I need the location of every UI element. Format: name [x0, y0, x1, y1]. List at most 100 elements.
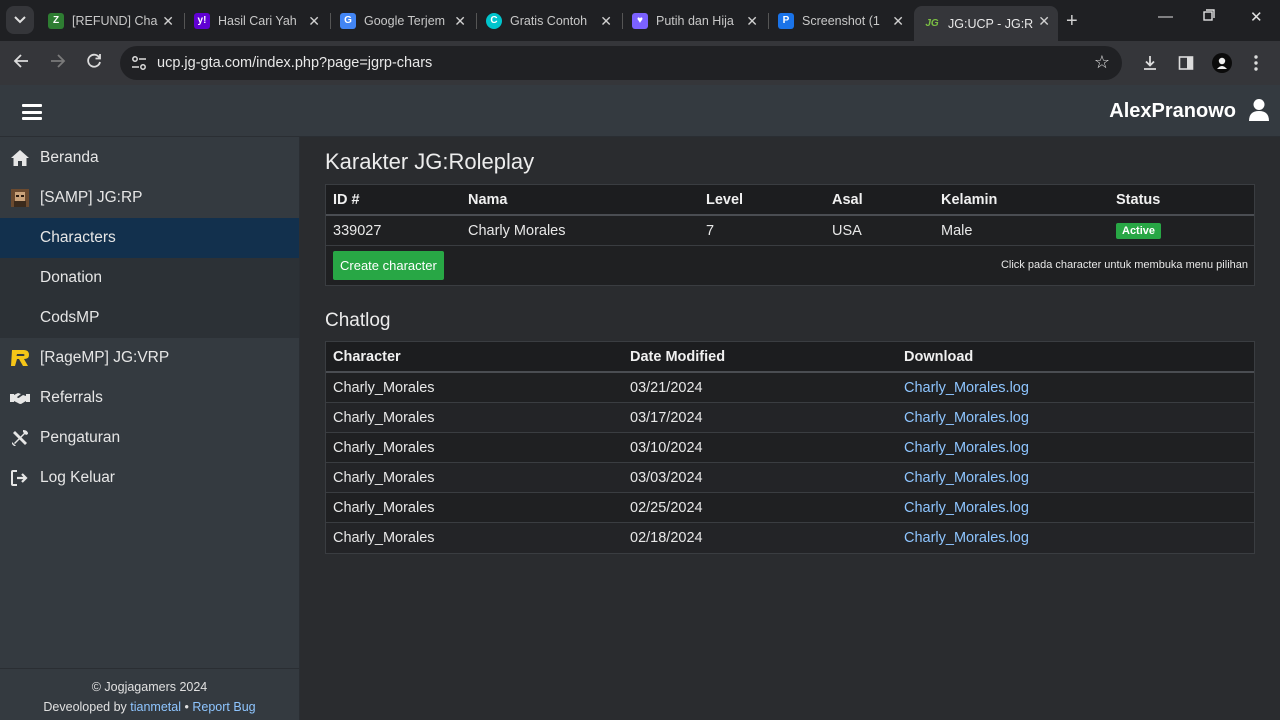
chatlog-character: Charly_Morales: [333, 470, 435, 486]
chatlog-title: Chatlog: [325, 310, 391, 331]
browser-tab[interactable]: C Gratis Contoh ✕: [476, 6, 620, 35]
create-character-button[interactable]: Create character: [333, 251, 444, 280]
side-panel-icon: [1178, 56, 1194, 70]
sidebar-item-referrals[interactable]: Referrals: [0, 378, 299, 418]
column-header: Character: [333, 349, 401, 365]
heart-favicon-icon: ♥: [632, 12, 648, 29]
character-name: Charly Morales: [468, 223, 566, 239]
username-label[interactable]: AlexPranowo: [1109, 100, 1236, 123]
sidebar-item-label: Pengaturan: [40, 429, 121, 446]
sidebar-item-codsmp[interactable]: CodsMP: [0, 298, 299, 338]
sidebar-item-characters[interactable]: Characters: [0, 218, 299, 258]
sidebar-footer: © Jogjagamers 2024 Deveoloped by tianmet…: [0, 668, 299, 717]
new-tab-button[interactable]: +: [1066, 10, 1078, 33]
handshake-icon: [10, 388, 30, 408]
browser-menu-button[interactable]: [1245, 52, 1267, 74]
chatlog-download-link[interactable]: Charly_Morales.log: [904, 470, 1029, 486]
chatlog-date: 03/21/2024: [630, 380, 703, 396]
tab-title: Gratis Contoh: [510, 13, 588, 28]
main-content: Karakter JG:Roleplay ID # Nama Level Asa…: [300, 137, 1280, 720]
chevron-down-icon: [14, 16, 26, 24]
logout-icon: [10, 468, 30, 488]
browser-tab[interactable]: y! Hasil Cari Yah ✕: [184, 6, 328, 35]
forward-button[interactable]: [50, 53, 66, 74]
profile-button[interactable]: [1211, 52, 1233, 74]
sidebar-item-samp[interactable]: [SAMP] JG:RP: [0, 178, 299, 218]
sidebar-item-label: [RageMP] JG:VRP: [40, 349, 170, 366]
site-settings-icon[interactable]: [130, 54, 148, 72]
close-icon[interactable]: ✕: [1038, 13, 1050, 30]
address-bar[interactable]: ucp.jg-gta.com/index.php?page=jgrp-chars…: [120, 46, 1122, 80]
column-header: Status: [1116, 192, 1161, 208]
close-icon[interactable]: ✕: [746, 13, 758, 30]
jg-favicon-icon: Z: [48, 12, 64, 29]
table-row: Charly_Morales 02/18/2024 Charly_Morales…: [326, 523, 1254, 553]
browser-tab[interactable]: ♥ Putih dan Hija ✕: [622, 6, 766, 35]
close-icon[interactable]: ✕: [162, 13, 174, 30]
table-header-row: ID # Nama Level Asal Kelamin Status: [326, 185, 1254, 216]
credits-line: Deveoloped by tianmetal • Report Bug: [0, 697, 299, 717]
close-icon[interactable]: ✕: [600, 13, 612, 30]
chatlog-character: Charly_Morales: [333, 530, 435, 546]
chatlog-character: Charly_Morales: [333, 500, 435, 516]
sidebar-item-label: Beranda: [40, 149, 99, 166]
browser-tabstrip: Z [REFUND] Cha ✕ y! Hasil Cari Yah ✕ G G…: [0, 0, 1280, 41]
sidebar-item-donation[interactable]: Donation: [0, 258, 299, 298]
developer-link[interactable]: tianmetal: [130, 700, 181, 714]
samp-avatar-icon: [10, 188, 30, 208]
bookmark-star-icon[interactable]: ☆: [1094, 52, 1110, 73]
tab-search-button[interactable]: [6, 6, 34, 34]
table-row: Charly_Morales 03/21/2024 Charly_Morales…: [326, 373, 1254, 403]
chatlog-download-link[interactable]: Charly_Morales.log: [904, 440, 1029, 456]
close-icon[interactable]: ✕: [454, 13, 466, 30]
user-icon[interactable]: [1248, 98, 1270, 122]
browser-toolbar: ucp.jg-gta.com/index.php?page=jgrp-chars…: [0, 41, 1280, 85]
reload-button[interactable]: [86, 53, 102, 74]
tab-title: [REFUND] Cha: [72, 13, 158, 28]
translate-favicon-icon: G: [340, 12, 356, 29]
character-origin: USA: [832, 223, 862, 239]
downloads-button[interactable]: [1139, 52, 1161, 74]
home-icon: [10, 148, 30, 168]
report-bug-link[interactable]: Report Bug: [192, 700, 255, 714]
developed-by-text: Deveoloped by: [43, 700, 127, 714]
sidebar-item-label: [SAMP] JG:RP: [40, 189, 143, 206]
canva-favicon-icon: C: [486, 12, 502, 29]
sidebar-item-logout[interactable]: Log Keluar: [0, 458, 299, 498]
close-icon[interactable]: ✕: [308, 13, 320, 30]
sidebar-item-pengaturan[interactable]: Pengaturan: [0, 418, 299, 458]
chatlog-download-link[interactable]: Charly_Morales.log: [904, 380, 1029, 396]
sidebar-item-ragemp[interactable]: [RageMP] JG:VRP: [0, 338, 299, 378]
column-header: Download: [904, 349, 974, 365]
reload-icon: [87, 53, 101, 68]
character-id: 339027: [333, 223, 382, 239]
chatlog-table: Character Date Modified Download Charly_…: [325, 341, 1255, 554]
hamburger-menu-icon[interactable]: [22, 104, 42, 120]
close-icon[interactable]: ✕: [892, 13, 904, 30]
restore-icon: [1203, 9, 1215, 21]
chatlog-download-link[interactable]: Charly_Morales.log: [904, 530, 1029, 546]
actions-row: Create character Click pada character un…: [326, 246, 1254, 285]
chatlog-character: Charly_Morales: [333, 410, 435, 426]
restore-window-button[interactable]: [1203, 8, 1215, 25]
chatlog-download-link[interactable]: Charly_Morales.log: [904, 500, 1029, 516]
kebab-menu-icon: [1254, 55, 1258, 71]
sidebar-item-label: Donation: [40, 269, 103, 286]
tab-title: JG:UCP - JG:R: [948, 16, 1034, 31]
characters-title: Karakter JG:Roleplay: [325, 149, 535, 174]
hint-text: Click pada character untuk membuka menu …: [1000, 259, 1248, 271]
close-window-button[interactable]: ✕: [1250, 8, 1263, 26]
chatlog-download-link[interactable]: Charly_Morales.log: [904, 410, 1029, 426]
tab-title: Google Terjem: [364, 13, 446, 28]
side-panel-button[interactable]: [1175, 52, 1197, 74]
minimize-window-button[interactable]: —: [1158, 8, 1173, 25]
chatlog-date: 02/25/2024: [630, 500, 703, 516]
browser-tab-active[interactable]: JG JG:UCP - JG:R ✕: [914, 6, 1058, 41]
browser-tab[interactable]: G Google Terjem ✕: [330, 6, 474, 35]
character-row[interactable]: 339027 Charly Morales 7 USA Male Active: [326, 216, 1254, 246]
browser-tab[interactable]: P Screenshot (1 ✕: [768, 6, 912, 35]
sidebar-item-beranda[interactable]: Beranda: [0, 138, 299, 178]
back-button[interactable]: [13, 53, 29, 74]
browser-tab[interactable]: Z [REFUND] Cha ✕: [38, 6, 182, 35]
arrow-left-icon: [13, 54, 28, 68]
